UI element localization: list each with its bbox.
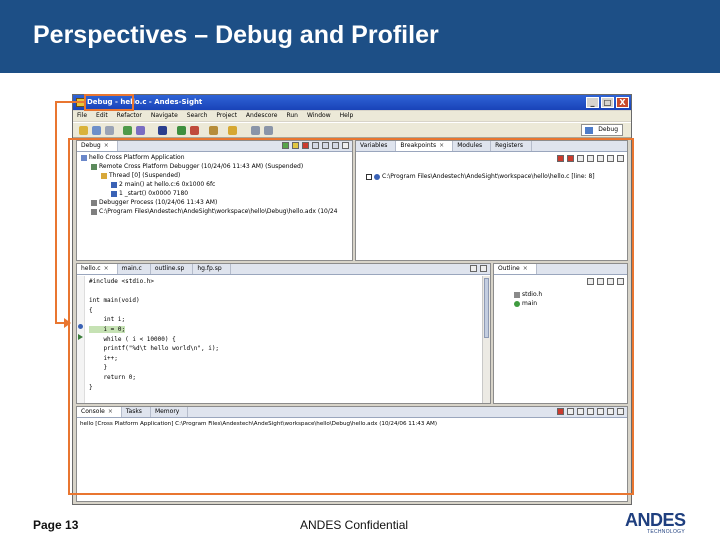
menu-navigate[interactable]: Navigate [151, 111, 178, 121]
menu-help[interactable]: Help [340, 111, 354, 121]
main-toolbar [73, 122, 631, 138]
debug-icon[interactable] [136, 126, 145, 135]
window-controls: _ □ X [586, 97, 629, 108]
print-icon[interactable] [105, 126, 114, 135]
menu-refactor[interactable]: Refactor [117, 111, 142, 121]
forward-icon[interactable] [264, 126, 273, 135]
logo-subtext: TECHNOLOGY [647, 529, 686, 535]
menu-search[interactable]: Search [187, 111, 208, 121]
views-highlight-box [68, 138, 634, 495]
menu-edit[interactable]: Edit [96, 111, 108, 121]
andes-a-icon[interactable] [158, 126, 167, 135]
stop-icon[interactable] [190, 126, 199, 135]
menu-bar: File Edit Refactor Navigate Search Proje… [73, 111, 631, 121]
menu-run[interactable]: Run [286, 111, 298, 121]
logo-text: ANDES [625, 510, 686, 530]
maximize-button[interactable]: □ [601, 97, 614, 108]
perspective-label: Debug [598, 126, 618, 133]
run-icon[interactable] [177, 126, 186, 135]
menu-project[interactable]: Project [216, 111, 237, 121]
slide-title: Perspectives – Debug and Profiler [33, 21, 439, 49]
window-title-bar[interactable]: Debug - hello.c - Andes-Sight _ □ X [73, 95, 631, 110]
title-highlight-box [84, 94, 134, 111]
build-icon[interactable] [123, 126, 132, 135]
close-button[interactable]: X [616, 97, 629, 108]
back-icon[interactable] [251, 126, 260, 135]
new-icon[interactable] [79, 126, 88, 135]
menu-andescore[interactable]: Andescore [246, 111, 278, 121]
page-number: Page 13 [33, 518, 79, 532]
connector-arrow-icon [64, 318, 71, 328]
menu-file[interactable]: File [77, 111, 87, 121]
title-bar: Perspectives – Debug and Profiler [0, 0, 720, 73]
perspective-debug-button[interactable]: Debug [581, 124, 623, 136]
menu-window[interactable]: Window [307, 111, 331, 121]
confidential-label: ANDES Confidential [300, 518, 409, 532]
save-icon[interactable] [92, 126, 101, 135]
slide: Perspectives – Debug and Profiler Debug … [0, 0, 720, 540]
connector-line [55, 101, 86, 103]
connector-line [55, 101, 57, 324]
andes-logo: ANDES TECHNOLOGY [625, 510, 695, 538]
search-icon[interactable] [228, 126, 237, 135]
minimize-button[interactable]: _ [586, 97, 599, 108]
external-tools-icon[interactable] [209, 126, 218, 135]
